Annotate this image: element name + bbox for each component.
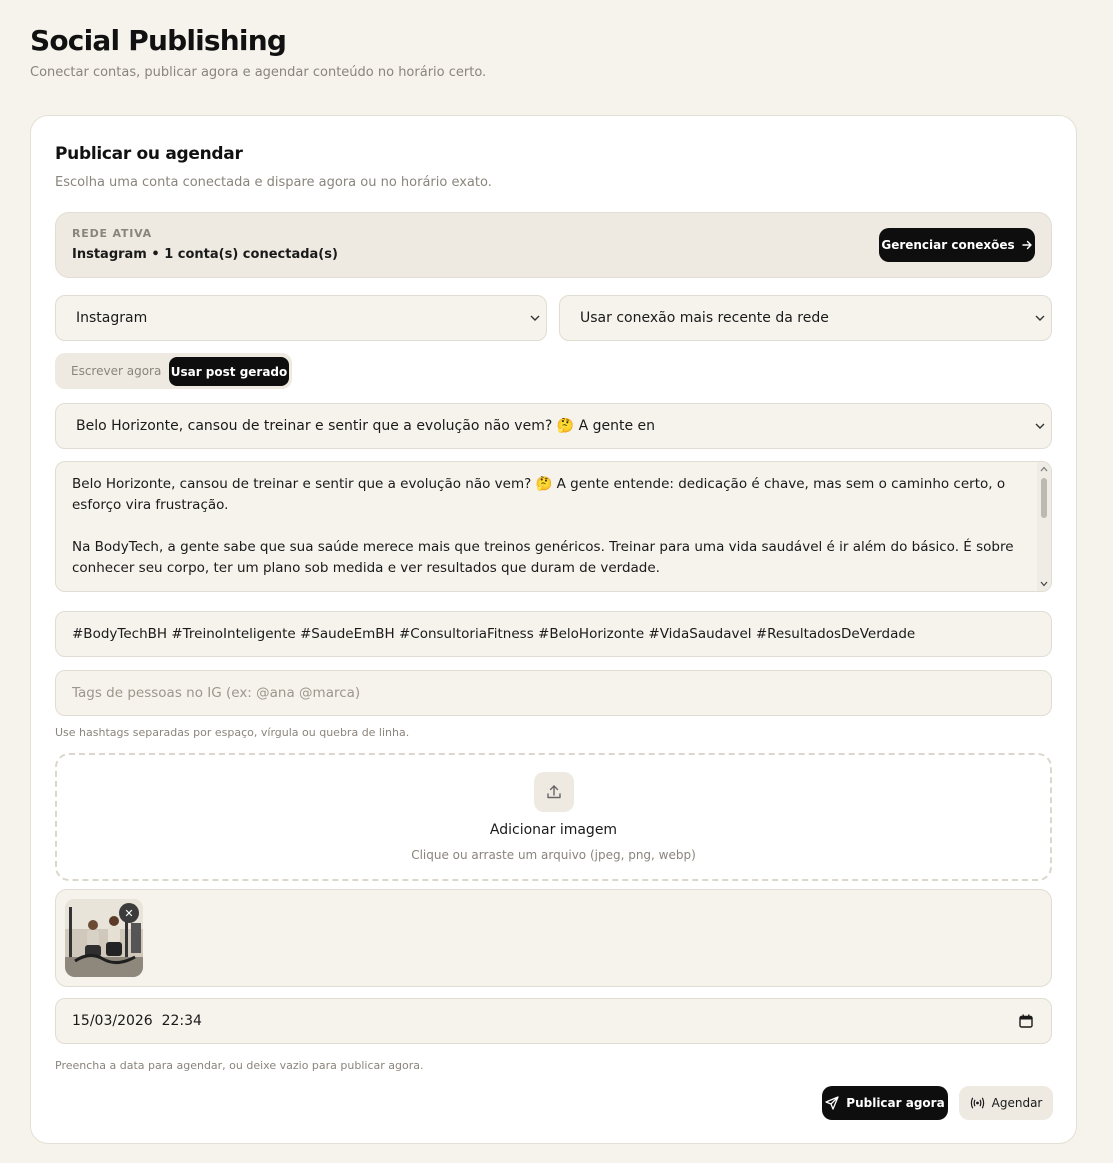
mode-use-generated[interactable]: Usar post gerado (169, 357, 289, 386)
schedule-datetime-input[interactable]: 15/03/2026 22:34 (55, 998, 1052, 1044)
hashtags-input[interactable]: #BodyTechBH #TreinoInteligente #SaudeEmB… (55, 611, 1052, 657)
page-title: Social Publishing (30, 24, 287, 57)
send-icon (825, 1096, 839, 1110)
manage-connections-button[interactable]: Gerenciar conexões (879, 228, 1035, 262)
card-title: Publicar ou agendar (55, 144, 243, 164)
caption-text: Belo Horizonte, cansou de treinar e sent… (72, 474, 1022, 591)
remove-image-button[interactable]: ✕ (119, 903, 139, 923)
chevron-up-icon[interactable] (1040, 466, 1048, 472)
people-tags-placeholder: Tags de pessoas no IG (ex: @ana @marca) (72, 685, 361, 701)
caption-paragraph: Na BodyTech, a gente sabe que sua saúde … (72, 539, 1014, 576)
schedule-label: Agendar (991, 1096, 1043, 1110)
active-network-label: REDE ATIVA (72, 227, 152, 240)
arrow-right-icon (1021, 240, 1032, 250)
generated-post-select[interactable]: Belo Horizonte, cansou de treinar e sent… (55, 403, 1052, 449)
manage-connections-label: Gerenciar conexões (881, 238, 1015, 252)
schedule-value: 15/03/2026 22:34 (72, 1013, 202, 1029)
scroll-thumb[interactable] (1041, 478, 1047, 518)
hashtags-hint: Use hashtags separadas por espaço, vírgu… (55, 726, 410, 739)
connection-select-value: Usar conexão mais recente da rede (580, 310, 829, 326)
chevron-down-icon[interactable] (1040, 581, 1048, 587)
dropzone-title: Adicionar imagem (489, 822, 618, 838)
network-select[interactable]: Instagram (55, 295, 547, 341)
chevron-down-icon (1035, 421, 1045, 431)
broadcast-icon (970, 1097, 984, 1109)
image-thumbnails: ✕ (55, 889, 1052, 987)
generated-post-select-value: Belo Horizonte, cansou de treinar e sent… (76, 418, 656, 434)
active-network-panel: REDE ATIVA Instagram • 1 conta(s) conect… (55, 212, 1052, 278)
card-subtitle: Escolha uma conta conectada e dispare ag… (55, 175, 492, 190)
network-select-value: Instagram (76, 310, 148, 326)
chevron-down-icon (530, 313, 540, 323)
caption-scrollbar[interactable] (1037, 462, 1051, 591)
close-icon: ✕ (124, 906, 134, 920)
mode-toggle: Escrever agora Usar post gerado (55, 353, 292, 389)
calendar-icon[interactable] (1019, 1014, 1033, 1028)
page-subtitle: Conectar contas, publicar agora e agenda… (30, 65, 487, 80)
people-tags-input[interactable]: Tags de pessoas no IG (ex: @ana @marca) (55, 670, 1052, 716)
caption-paragraph: Belo Horizonte, cansou de treinar e sent… (72, 476, 1006, 513)
image-dropzone[interactable]: Adicionar imagem Clique ou arraste um ar… (55, 753, 1052, 881)
chevron-down-icon (1035, 313, 1045, 323)
dropzone-subtitle: Clique ou arraste um arquivo (jpeg, png,… (411, 848, 696, 862)
active-network-value: Instagram • 1 conta(s) conectada(s) (72, 247, 338, 262)
schedule-hint: Preencha a data para agendar, ou deixe v… (55, 1059, 424, 1072)
upload-icon (534, 772, 574, 812)
publish-now-button[interactable]: Publicar agora (822, 1086, 948, 1120)
caption-textarea[interactable]: Belo Horizonte, cansou de treinar e sent… (55, 461, 1052, 592)
publish-now-label: Publicar agora (846, 1096, 945, 1110)
mode-write-now[interactable]: Escrever agora (71, 364, 161, 378)
hashtags-value: #BodyTechBH #TreinoInteligente #SaudeEmB… (72, 626, 916, 642)
schedule-button[interactable]: Agendar (959, 1086, 1053, 1120)
connection-select[interactable]: Usar conexão mais recente da rede (559, 295, 1052, 341)
publish-card: Publicar ou agendar Escolha uma conta co… (30, 115, 1077, 1144)
